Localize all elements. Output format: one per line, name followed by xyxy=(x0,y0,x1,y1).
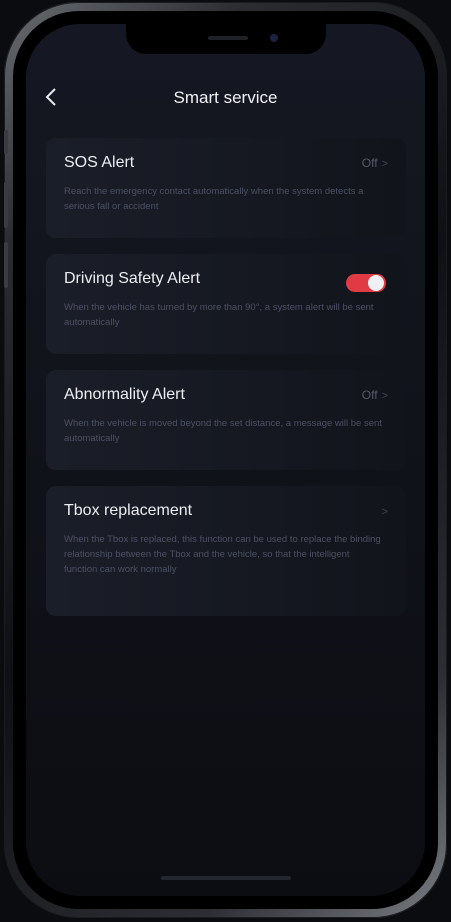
header: Smart service xyxy=(26,84,425,114)
speaker xyxy=(207,36,248,40)
card-description: When the vehicle is moved beyond the set… xyxy=(64,418,382,444)
sos-alert-card[interactable]: SOS Alert Off > Reach the emergency conta… xyxy=(46,138,406,238)
phone-frame: Smart service SOS Alert Off > Reach the e… xyxy=(4,2,447,918)
front-camera xyxy=(269,34,278,42)
card-title: Abnormality Alert xyxy=(64,386,185,403)
sos-alert-status[interactable]: Off > xyxy=(362,156,388,170)
chevron-right-icon: > xyxy=(381,390,388,402)
side-button xyxy=(4,130,8,154)
chevron-right-icon: > xyxy=(381,158,388,170)
card-description: Reach the emergency contact automaticall… xyxy=(64,186,364,212)
volume-up-button xyxy=(4,182,8,228)
card-description: When the Tbox is replaced, this function… xyxy=(64,534,381,575)
card-title: Driving Safety Alert xyxy=(64,270,201,287)
driving-safety-toggle[interactable] xyxy=(346,274,386,292)
card-title: SOS Alert xyxy=(64,154,135,171)
card-title: Tbox replacement xyxy=(64,502,193,519)
abnormality-alert-card[interactable]: Abnormality Alert Off > When the vehicle … xyxy=(46,370,406,470)
toggle-knob xyxy=(368,275,384,291)
tbox-replacement-card[interactable]: Tbox replacement > When the Tbox is repl… xyxy=(46,486,406,616)
tbox-replacement-arrow[interactable]: > xyxy=(378,504,388,518)
status-text: Off xyxy=(361,156,378,170)
abnormality-alert-status[interactable]: Off > xyxy=(362,388,388,402)
chevron-right-icon: > xyxy=(381,506,388,518)
notch xyxy=(125,24,326,54)
bezel: Smart service SOS Alert Off > Reach the e… xyxy=(13,11,438,909)
screen: Smart service SOS Alert Off > Reach the e… xyxy=(26,24,425,896)
home-indicator[interactable] xyxy=(160,876,291,880)
volume-down-button xyxy=(4,242,8,288)
page-title: Smart service xyxy=(173,88,278,107)
status-text: Off xyxy=(361,388,378,402)
driving-safety-alert-card[interactable]: Driving Safety Alert When the vehicle ha… xyxy=(46,254,406,354)
card-description: When the vehicle has turned by more than… xyxy=(64,302,374,328)
